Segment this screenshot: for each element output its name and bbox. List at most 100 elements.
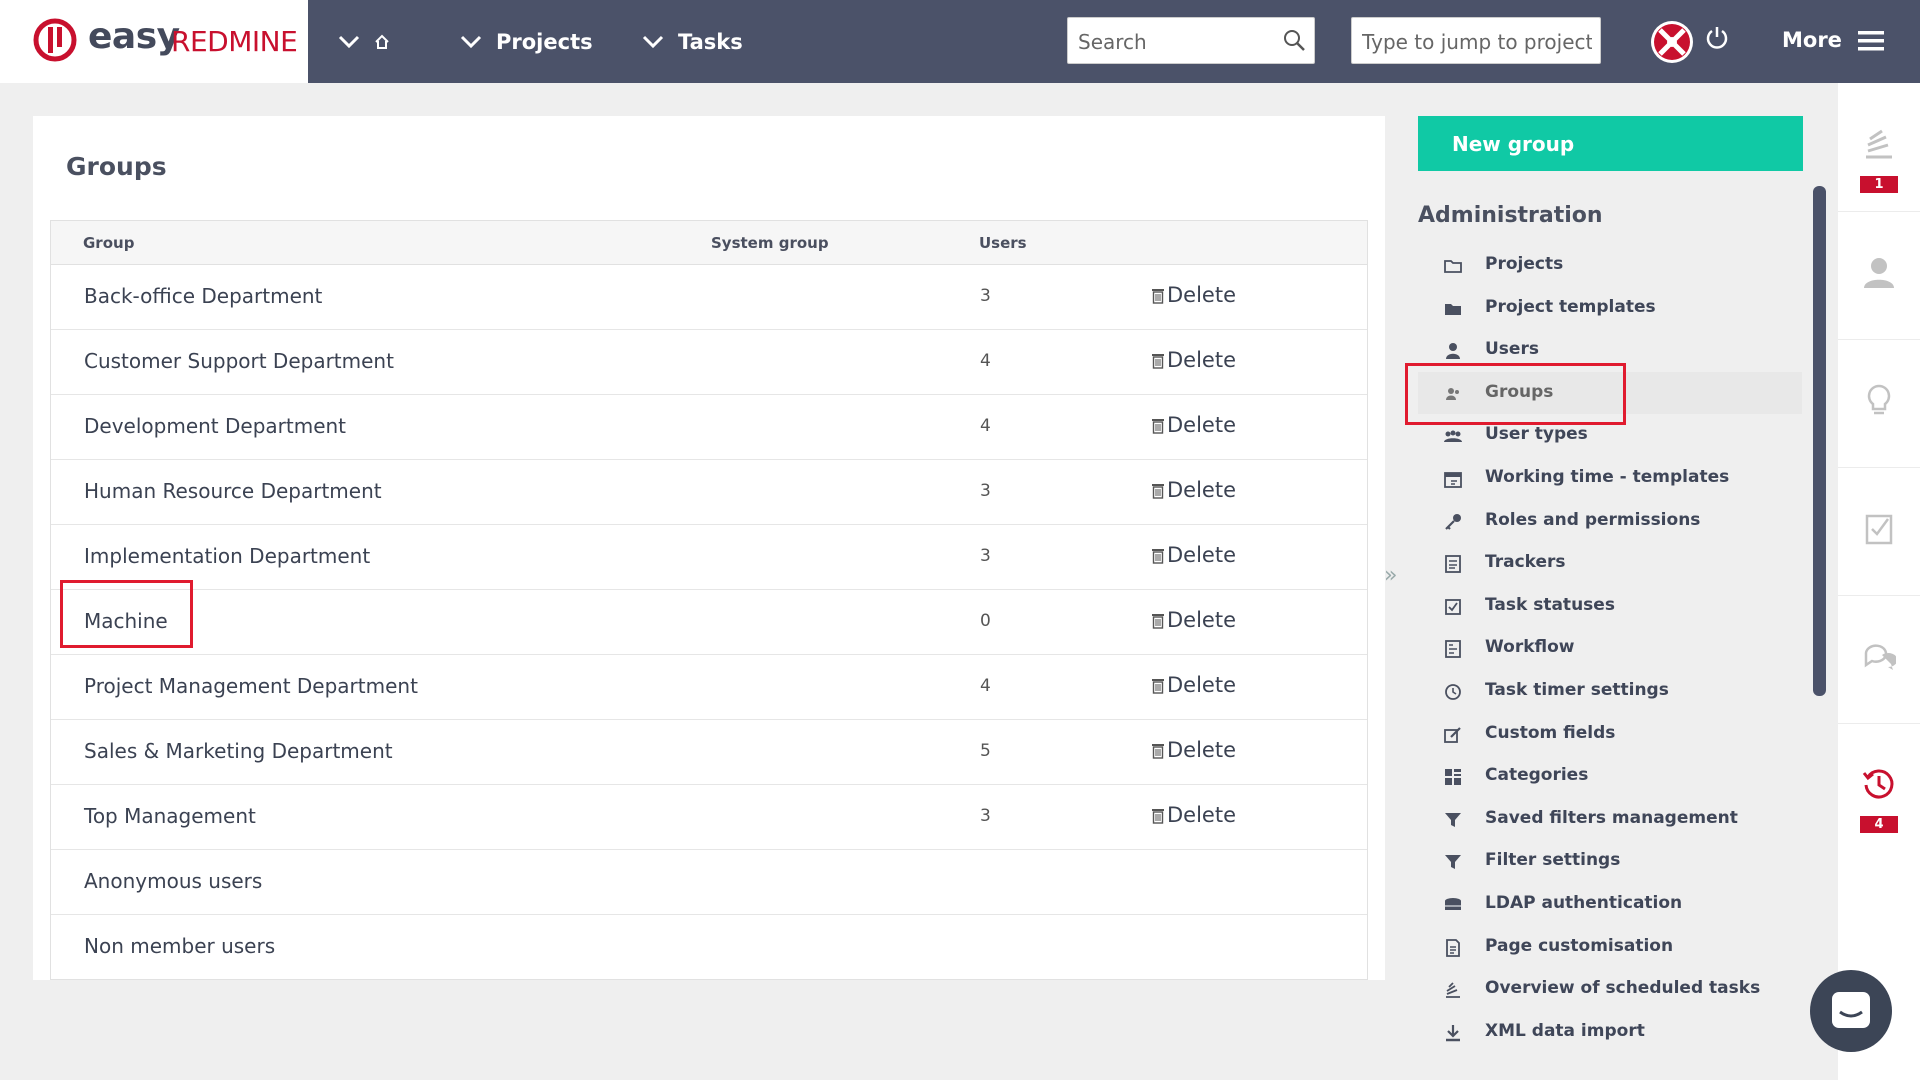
delete-link[interactable]: Delete: [1151, 348, 1236, 372]
admin-menu-item-label: Workflow: [1485, 637, 1575, 658]
group-name-link[interactable]: Project Management Department: [84, 674, 418, 698]
admin-menu-item-label: Project templates: [1485, 296, 1656, 317]
group-name-link[interactable]: Machine: [84, 609, 168, 633]
group-name-link[interactable]: Human Resource Department: [84, 479, 382, 503]
admin-menu-item-trackers[interactable]: Trackers: [1418, 542, 1802, 585]
column-header-group[interactable]: Group: [83, 234, 134, 252]
admin-menu-item-categories[interactable]: Categories: [1418, 755, 1802, 798]
delete-label: Delete: [1167, 608, 1236, 632]
admin-menu-item-label: User types: [1485, 424, 1588, 445]
collapse-sidebar-icon[interactable]: »: [1384, 563, 1400, 593]
tasks-menu[interactable]: Tasks: [642, 26, 743, 58]
table-row: Implementation Department 3 Delete: [51, 525, 1367, 590]
admin-menu-item-label: LDAP authentication: [1485, 892, 1683, 913]
hamburger-icon[interactable]: [1858, 30, 1884, 52]
user-count: 4: [980, 416, 991, 436]
admin-menu-item-overview-of-scheduled-tasks[interactable]: Overview of scheduled tasks: [1418, 968, 1802, 1011]
admin-menu-item-label: Working time - templates: [1485, 466, 1730, 487]
admin-menu-item-groups[interactable]: Groups: [1418, 371, 1802, 415]
admin-menu-item-label: Overview of scheduled tasks: [1485, 978, 1761, 999]
folder-icon: [1444, 260, 1462, 273]
more-menu-label[interactable]: More: [1782, 28, 1842, 52]
delete-link[interactable]: Delete: [1151, 543, 1236, 567]
calendar-icon: [1444, 472, 1462, 488]
download-icon: [1446, 1024, 1460, 1041]
trash-icon: [1152, 418, 1164, 434]
delete-label: Delete: [1167, 738, 1236, 762]
database-icon: [1445, 897, 1461, 910]
logo-text-easy: easy: [88, 16, 180, 57]
user-count: 4: [980, 676, 991, 696]
trash-icon: [1152, 678, 1164, 694]
column-header-users[interactable]: Users: [979, 234, 1027, 252]
table-row: Back-office Department 3 Delete: [51, 265, 1367, 330]
delete-label: Delete: [1167, 348, 1236, 372]
admin-menu-item-working-time-templates[interactable]: Working time - templates: [1418, 457, 1802, 500]
group-name-link[interactable]: Anonymous users: [84, 869, 262, 893]
table-row: Machine 0 Delete: [51, 590, 1367, 655]
admin-menu-item-label: Users: [1485, 339, 1539, 360]
admin-menu-item-label: Saved filters management: [1485, 807, 1738, 828]
delete-label: Delete: [1167, 478, 1236, 502]
trash-icon: [1152, 808, 1164, 824]
admin-menu-item-saved-filters-management[interactable]: Saved filters management: [1418, 798, 1802, 841]
group-name-link[interactable]: Top Management: [84, 804, 256, 828]
project-jump-box: [1351, 17, 1601, 64]
admin-menu-item-custom-fields[interactable]: Custom fields: [1418, 713, 1802, 756]
group-name-link[interactable]: Non member users: [84, 934, 275, 958]
rail-timer[interactable]: 4: [1838, 723, 1920, 851]
filter-icon: [1445, 855, 1461, 870]
admin-menu-item-label: XML data import: [1485, 1020, 1645, 1041]
admin-menu-item-task-timer-settings[interactable]: Task timer settings: [1418, 670, 1802, 713]
admin-menu-item-projects[interactable]: Projects: [1418, 244, 1802, 287]
group-name-link[interactable]: Implementation Department: [84, 544, 370, 568]
power-icon[interactable]: [1704, 24, 1730, 52]
chevron-down-icon: [642, 35, 664, 49]
delete-label: Delete: [1167, 413, 1236, 437]
rail-chat[interactable]: [1838, 595, 1920, 724]
logo[interactable]: easy REDMINE: [0, 0, 308, 83]
rail-user[interactable]: [1838, 211, 1920, 340]
admin-menu-item-user-types[interactable]: User types: [1418, 414, 1802, 457]
delete-link[interactable]: Delete: [1151, 413, 1236, 437]
project-jump-input[interactable]: [1360, 26, 1594, 58]
user-count: 3: [980, 481, 991, 501]
new-group-button[interactable]: New group: [1418, 116, 1803, 171]
avatar[interactable]: [1650, 20, 1694, 64]
admin-menu-item-task-statuses[interactable]: Task statuses: [1418, 585, 1802, 628]
grid-icon: [1445, 769, 1461, 786]
admin-menu-item-workflow[interactable]: Workflow: [1418, 627, 1802, 670]
trash-icon: [1152, 613, 1164, 629]
search-icon[interactable]: [1282, 28, 1306, 52]
home-nav[interactable]: [338, 26, 398, 58]
group-name-link[interactable]: Development Department: [84, 414, 346, 438]
admin-menu-item-users[interactable]: Users: [1418, 329, 1802, 372]
chat-launcher[interactable]: [1810, 970, 1892, 1052]
delete-link[interactable]: Delete: [1151, 608, 1236, 632]
admin-menu-item-xml-data-import[interactable]: XML data import: [1418, 1011, 1802, 1054]
delete-link[interactable]: Delete: [1151, 478, 1236, 502]
group-name-link[interactable]: Sales & Marketing Department: [84, 739, 393, 763]
delete-link[interactable]: Delete: [1151, 283, 1236, 307]
admin-menu-item-project-templates[interactable]: Project templates: [1418, 287, 1802, 330]
admin-menu-item-roles-and-permissions[interactable]: Roles and permissions: [1418, 500, 1802, 543]
rail-activity[interactable]: 1: [1838, 83, 1920, 212]
column-header-system-group[interactable]: System group: [711, 234, 829, 252]
logo-text-redmine: REDMINE: [171, 25, 298, 58]
table-body: Back-office Department 3 Delete Customer …: [51, 265, 1367, 979]
delete-link[interactable]: Delete: [1151, 673, 1236, 697]
admin-menu-item-filter-settings[interactable]: Filter settings: [1418, 840, 1802, 883]
search-input[interactable]: [1076, 26, 1280, 58]
chevron-down-icon: [460, 35, 482, 49]
rail-ideas[interactable]: [1838, 339, 1920, 468]
admin-menu-item-ldap-authentication[interactable]: LDAP authentication: [1418, 883, 1802, 926]
group-name-link[interactable]: Back-office Department: [84, 284, 322, 308]
table-row: Non member users: [51, 915, 1367, 979]
projects-menu[interactable]: Projects: [460, 26, 593, 58]
admin-menu-item-page-customisation[interactable]: Page customisation: [1418, 926, 1802, 969]
group-name-link[interactable]: Customer Support Department: [84, 349, 394, 373]
rail-tasks[interactable]: [1838, 467, 1920, 596]
delete-link[interactable]: Delete: [1151, 738, 1236, 762]
delete-link[interactable]: Delete: [1151, 803, 1236, 827]
sidebar-scrollbar[interactable]: [1813, 186, 1826, 696]
